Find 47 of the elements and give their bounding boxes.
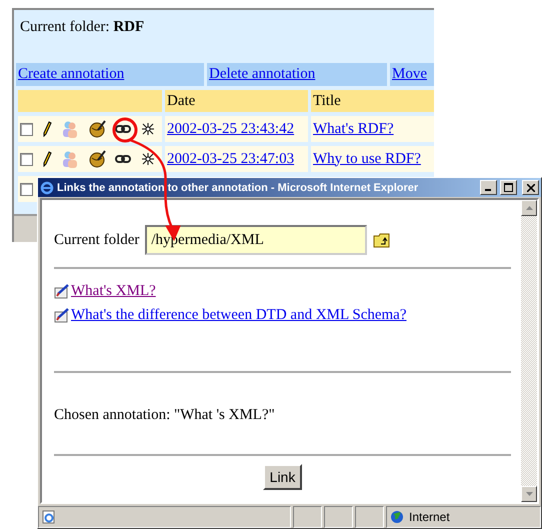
globe-icon xyxy=(390,510,404,524)
page-icon xyxy=(42,510,56,524)
date-link[interactable]: 2002-03-25 23:47:03 xyxy=(167,150,294,168)
globe-pen-icon[interactable] xyxy=(88,120,106,138)
title-link[interactable]: What's RDF? xyxy=(313,120,394,138)
title-link[interactable]: Why to use RDF? xyxy=(313,150,421,168)
scroll-up-button[interactable] xyxy=(521,200,537,216)
row-checkbox[interactable] xyxy=(20,152,33,166)
status-cell xyxy=(324,506,353,528)
link-button[interactable]: Link xyxy=(262,464,302,490)
chain-link-icon[interactable] xyxy=(115,154,131,164)
scroll-down-button[interactable] xyxy=(521,486,537,502)
pencil-icon[interactable] xyxy=(42,151,52,167)
annotation-link[interactable]: What's the difference between DTD and XML Schema? xyxy=(71,307,406,324)
status-cell xyxy=(293,506,322,528)
date-link[interactable]: 2002-03-25 23:43:42 xyxy=(167,120,294,138)
column-header: Title xyxy=(311,90,434,112)
chain-link-icon[interactable] xyxy=(115,124,131,134)
status-cell xyxy=(355,506,384,528)
network-icon[interactable] xyxy=(140,121,156,137)
close-icon xyxy=(526,184,534,192)
current-folder-text: Current folder: RDF xyxy=(19,18,146,37)
window-title: Links the annotation to other annotation - Microsoft Internet Explorer xyxy=(57,182,420,194)
pencil-icon[interactable] xyxy=(42,121,52,137)
network-icon[interactable] xyxy=(140,151,156,167)
globe-pen-icon[interactable] xyxy=(88,150,106,168)
maximize-icon xyxy=(504,183,513,192)
down-arrow-icon xyxy=(526,492,532,496)
action-link[interactable]: Create annotation xyxy=(18,66,124,83)
row-checkbox[interactable] xyxy=(20,122,33,136)
action-link[interactable]: Move xyxy=(392,66,427,83)
up-arrow-icon xyxy=(526,206,532,210)
close-button[interactable] xyxy=(522,180,539,195)
folder-label: Current folder xyxy=(54,232,140,248)
folder-field[interactable]: /hypermedia/XML xyxy=(145,225,368,255)
column-header: Date xyxy=(165,90,308,112)
row-checkbox[interactable] xyxy=(20,182,33,196)
action-link[interactable]: Delete annotation xyxy=(209,66,316,83)
note-pen-icon xyxy=(54,284,70,300)
note-pen-icon xyxy=(54,308,70,324)
zone-text: Internet xyxy=(409,510,450,524)
minimize-button[interactable] xyxy=(480,180,497,195)
folder-up-icon[interactable] xyxy=(373,232,390,248)
annotation-link[interactable]: What's XML? xyxy=(71,283,156,300)
chosen-annotation-text: Chosen annotation: "What 's XML?" xyxy=(54,407,276,424)
maximize-button[interactable] xyxy=(500,180,517,195)
scrollbar[interactable] xyxy=(521,200,537,502)
